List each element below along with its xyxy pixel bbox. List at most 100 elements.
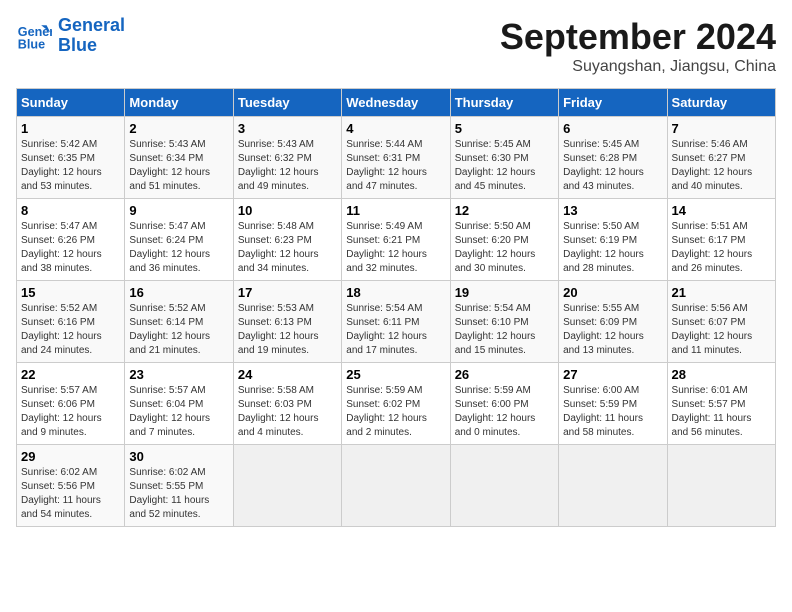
weekday-header-sunday: Sunday	[17, 89, 125, 117]
day-number: 23	[129, 367, 228, 382]
calendar-cell: 28Sunrise: 6:01 AM Sunset: 5:57 PM Dayli…	[667, 363, 775, 445]
day-detail: Sunrise: 5:59 AM Sunset: 6:02 PM Dayligh…	[346, 384, 445, 440]
calendar-cell: 13 Sunrise: 5:50 AM Sunset: 6:19 PM Dayli…	[559, 199, 667, 281]
day-number: 10	[238, 203, 337, 218]
title-area: September 2024 Suyangshan, Jiangsu, Chin…	[500, 16, 776, 76]
day-number: 3	[238, 121, 337, 136]
day-number: 19	[455, 285, 554, 300]
day-number: 29	[21, 449, 120, 464]
calendar-week-2: 8Sunrise: 5:47 AM Sunset: 6:26 PM Daylig…	[17, 199, 776, 281]
day-detail: Sunrise: 5:54 AM Sunset: 6:11 PM Dayligh…	[346, 302, 445, 358]
calendar-cell	[667, 445, 775, 527]
day-number: 17	[238, 285, 337, 300]
weekday-header-friday: Friday	[559, 89, 667, 117]
day-number: 18	[346, 285, 445, 300]
day-detail: Sunrise: 5:46 AM Sunset: 6:27 PM Dayligh…	[672, 138, 771, 194]
calendar-cell: 18 Sunrise: 5:54 AM Sunset: 6:11 PM Dayli…	[342, 281, 450, 363]
calendar-cell: 27Sunrise: 6:00 AM Sunset: 5:59 PM Dayli…	[559, 363, 667, 445]
month-title: September 2024	[500, 16, 776, 58]
calendar-week-5: 29 Sunrise: 6:02 AM Sunset: 5:56 PM Dayli…	[17, 445, 776, 527]
day-number: 16	[129, 285, 228, 300]
day-detail: Sunrise: 6:02 AM Sunset: 5:56 PM Dayligh…	[21, 466, 120, 522]
calendar-cell: 5 Sunrise: 5:45 AM Sunset: 6:30 PM Daylig…	[450, 117, 558, 199]
weekday-header-monday: Monday	[125, 89, 233, 117]
day-detail: Sunrise: 5:57 AM Sunset: 6:04 PM Dayligh…	[129, 384, 228, 440]
day-number: 20	[563, 285, 662, 300]
day-detail: Sunrise: 5:47 AM Sunset: 6:24 PM Dayligh…	[129, 220, 228, 276]
calendar-week-1: 1 Sunrise: 5:42 AM Sunset: 6:35 PM Daylig…	[17, 117, 776, 199]
weekday-header-thursday: Thursday	[450, 89, 558, 117]
day-detail: Sunrise: 5:51 AM Sunset: 6:17 PM Dayligh…	[672, 220, 771, 276]
logo-blue: Blue	[58, 36, 125, 56]
calendar-cell	[233, 445, 341, 527]
calendar-week-3: 15Sunrise: 5:52 AM Sunset: 6:16 PM Dayli…	[17, 281, 776, 363]
day-number: 11	[346, 203, 445, 218]
day-detail: Sunrise: 5:45 AM Sunset: 6:28 PM Dayligh…	[563, 138, 662, 194]
day-detail: Sunrise: 5:54 AM Sunset: 6:10 PM Dayligh…	[455, 302, 554, 358]
calendar-cell	[559, 445, 667, 527]
calendar-cell	[450, 445, 558, 527]
day-detail: Sunrise: 5:58 AM Sunset: 6:03 PM Dayligh…	[238, 384, 337, 440]
day-detail: Sunrise: 5:42 AM Sunset: 6:35 PM Dayligh…	[21, 138, 120, 194]
calendar-cell: 10 Sunrise: 5:48 AM Sunset: 6:23 PM Dayli…	[233, 199, 341, 281]
calendar-cell: 8Sunrise: 5:47 AM Sunset: 6:26 PM Daylig…	[17, 199, 125, 281]
day-number: 1	[21, 121, 120, 136]
day-detail: Sunrise: 5:43 AM Sunset: 6:32 PM Dayligh…	[238, 138, 337, 194]
day-detail: Sunrise: 5:52 AM Sunset: 6:14 PM Dayligh…	[129, 302, 228, 358]
day-detail: Sunrise: 6:02 AM Sunset: 5:55 PM Dayligh…	[129, 466, 228, 522]
calendar-cell: 6 Sunrise: 5:45 AM Sunset: 6:28 PM Daylig…	[559, 117, 667, 199]
calendar-cell: 1 Sunrise: 5:42 AM Sunset: 6:35 PM Daylig…	[17, 117, 125, 199]
calendar-cell: 19 Sunrise: 5:54 AM Sunset: 6:10 PM Dayli…	[450, 281, 558, 363]
day-detail: Sunrise: 5:50 AM Sunset: 6:20 PM Dayligh…	[455, 220, 554, 276]
weekday-header-tuesday: Tuesday	[233, 89, 341, 117]
calendar-cell: 16 Sunrise: 5:52 AM Sunset: 6:14 PM Dayli…	[125, 281, 233, 363]
day-number: 24	[238, 367, 337, 382]
day-number: 12	[455, 203, 554, 218]
day-detail: Sunrise: 5:50 AM Sunset: 6:19 PM Dayligh…	[563, 220, 662, 276]
calendar-cell: 22 Sunrise: 5:57 AM Sunset: 6:06 PM Dayli…	[17, 363, 125, 445]
day-detail: Sunrise: 5:55 AM Sunset: 6:09 PM Dayligh…	[563, 302, 662, 358]
logo: General Blue General Blue	[16, 16, 125, 56]
day-detail: Sunrise: 5:48 AM Sunset: 6:23 PM Dayligh…	[238, 220, 337, 276]
calendar-table: SundayMondayTuesdayWednesdayThursdayFrid…	[16, 88, 776, 527]
day-detail: Sunrise: 5:52 AM Sunset: 6:16 PM Dayligh…	[21, 302, 120, 358]
day-number: 28	[672, 367, 771, 382]
calendar-cell: 4 Sunrise: 5:44 AM Sunset: 6:31 PM Daylig…	[342, 117, 450, 199]
day-number: 30	[129, 449, 228, 464]
day-number: 7	[672, 121, 771, 136]
day-detail: Sunrise: 5:43 AM Sunset: 6:34 PM Dayligh…	[129, 138, 228, 194]
calendar-cell: 25Sunrise: 5:59 AM Sunset: 6:02 PM Dayli…	[342, 363, 450, 445]
day-detail: Sunrise: 5:47 AM Sunset: 6:26 PM Dayligh…	[21, 220, 120, 276]
day-detail: Sunrise: 5:59 AM Sunset: 6:00 PM Dayligh…	[455, 384, 554, 440]
day-number: 9	[129, 203, 228, 218]
calendar-cell: 3 Sunrise: 5:43 AM Sunset: 6:32 PM Daylig…	[233, 117, 341, 199]
calendar-cell: 7 Sunrise: 5:46 AM Sunset: 6:27 PM Daylig…	[667, 117, 775, 199]
calendar-cell: 29 Sunrise: 6:02 AM Sunset: 5:56 PM Dayli…	[17, 445, 125, 527]
day-detail: Sunrise: 5:57 AM Sunset: 6:06 PM Dayligh…	[21, 384, 120, 440]
day-number: 5	[455, 121, 554, 136]
calendar-cell: 15Sunrise: 5:52 AM Sunset: 6:16 PM Dayli…	[17, 281, 125, 363]
day-number: 13	[563, 203, 662, 218]
day-number: 2	[129, 121, 228, 136]
day-detail: Sunrise: 5:45 AM Sunset: 6:30 PM Dayligh…	[455, 138, 554, 194]
weekday-header-saturday: Saturday	[667, 89, 775, 117]
day-number: 26	[455, 367, 554, 382]
day-detail: Sunrise: 5:44 AM Sunset: 6:31 PM Dayligh…	[346, 138, 445, 194]
calendar-cell: 12 Sunrise: 5:50 AM Sunset: 6:20 PM Dayli…	[450, 199, 558, 281]
day-detail: Sunrise: 6:00 AM Sunset: 5:59 PM Dayligh…	[563, 384, 662, 440]
calendar-cell: 21Sunrise: 5:56 AM Sunset: 6:07 PM Dayli…	[667, 281, 775, 363]
day-number: 6	[563, 121, 662, 136]
day-number: 22	[21, 367, 120, 382]
logo-general: General	[58, 16, 125, 36]
calendar-cell: 30 Sunrise: 6:02 AM Sunset: 5:55 PM Dayli…	[125, 445, 233, 527]
weekday-header-wednesday: Wednesday	[342, 89, 450, 117]
day-number: 4	[346, 121, 445, 136]
calendar-cell: 23 Sunrise: 5:57 AM Sunset: 6:04 PM Dayli…	[125, 363, 233, 445]
calendar-cell: 14 Sunrise: 5:51 AM Sunset: 6:17 PM Dayli…	[667, 199, 775, 281]
day-number: 21	[672, 285, 771, 300]
day-number: 14	[672, 203, 771, 218]
calendar-cell: 24 Sunrise: 5:58 AM Sunset: 6:03 PM Dayli…	[233, 363, 341, 445]
calendar-cell: 20 Sunrise: 5:55 AM Sunset: 6:09 PM Dayli…	[559, 281, 667, 363]
day-detail: Sunrise: 5:49 AM Sunset: 6:21 PM Dayligh…	[346, 220, 445, 276]
weekday-header-row: SundayMondayTuesdayWednesdayThursdayFrid…	[17, 89, 776, 117]
